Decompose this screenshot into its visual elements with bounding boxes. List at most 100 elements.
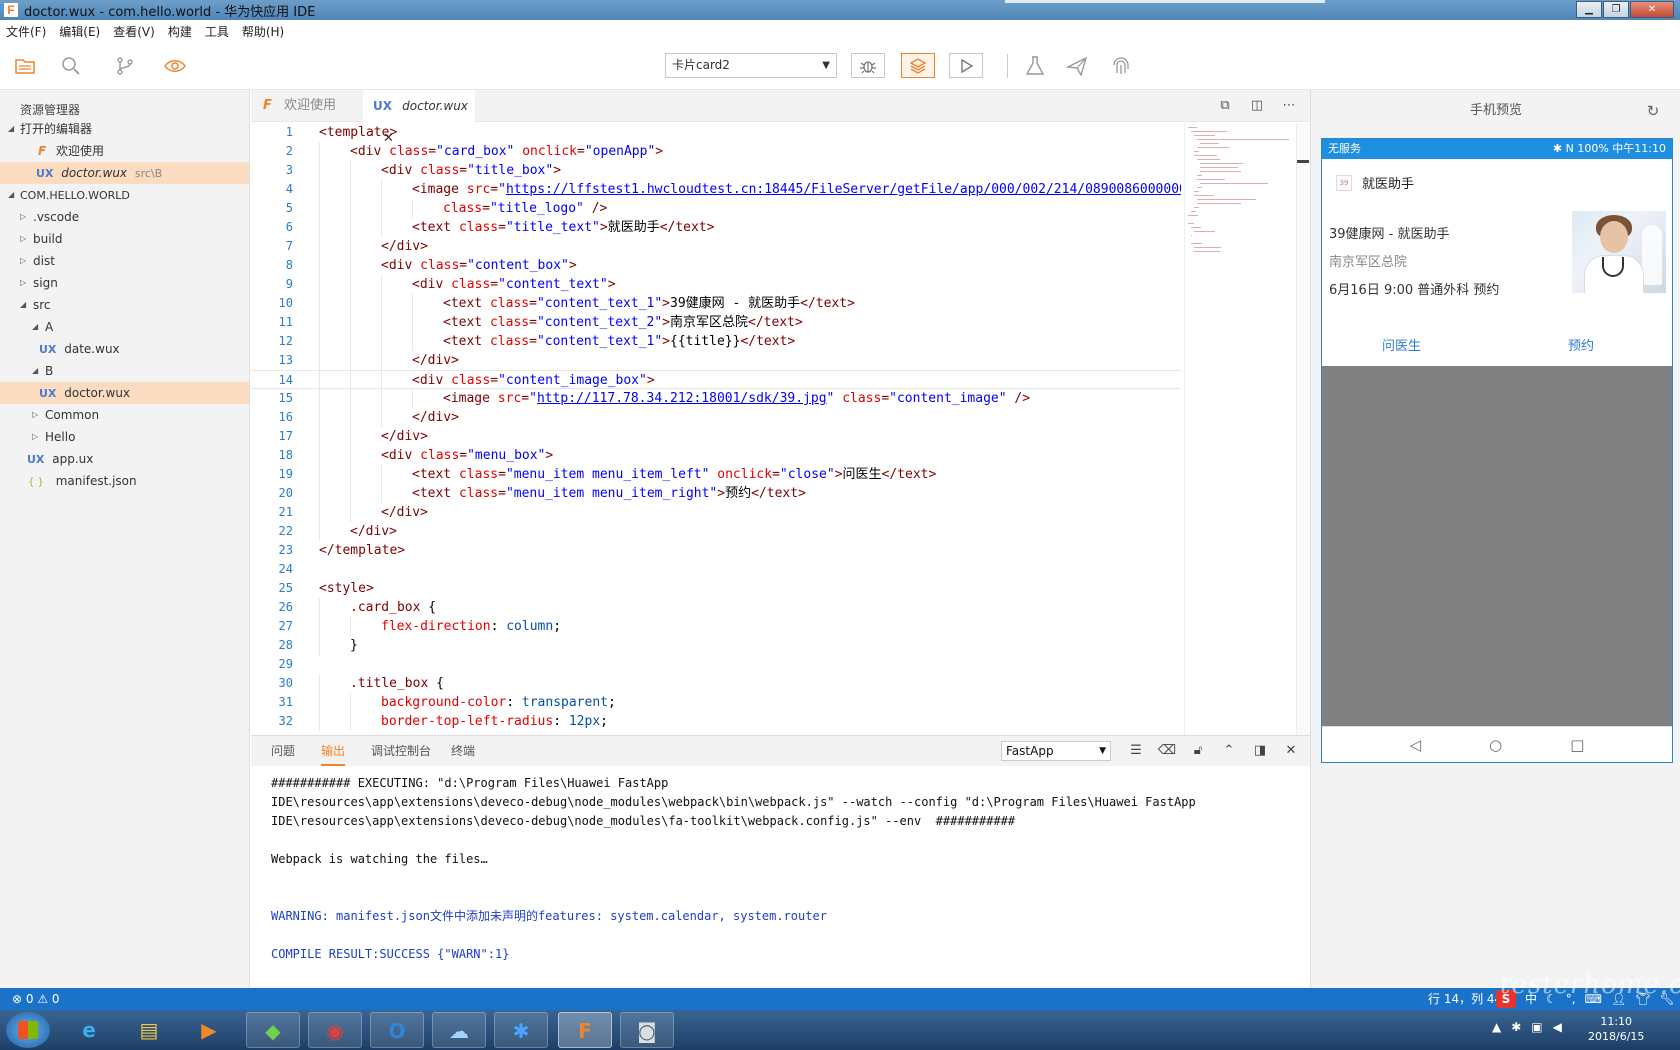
tab-terminal[interactable]: 终端 <box>451 736 475 766</box>
project-section[interactable]: ◢ COM.HELLO.WORLD <box>0 184 249 206</box>
lock-icon[interactable]: 🔓︎ <box>1187 740 1209 762</box>
code-line[interactable]: 20 <text class="menu_item menu_item_right… <box>251 484 1181 503</box>
code-line[interactable]: 6 <text class="title_text">就医助手</text> <box>251 218 1181 237</box>
code-line[interactable]: 21 </div> <box>251 503 1181 522</box>
network-icon[interactable]: ▲ <box>1492 1020 1501 1034</box>
output-log[interactable]: ########### EXECUTING: "d:\Program Files… <box>271 774 1301 964</box>
code-token[interactable]: http://117.78.34.212:18001/sdk/39.jpg <box>537 391 827 406</box>
fastapp-ide-icon[interactable]: F <box>558 1012 612 1048</box>
tab-problems[interactable]: 问题 <box>271 736 295 766</box>
tree-folder-vscode[interactable]: ▷ .vscode <box>0 206 249 228</box>
bird-icon[interactable]: ✱ <box>494 1012 548 1048</box>
code-line[interactable]: 3 <div class="title_box"> <box>251 161 1181 180</box>
code-line[interactable]: 7 </div> <box>251 237 1181 256</box>
menu-tools[interactable]: 工具 <box>205 23 229 40</box>
code-line[interactable]: 9 <div class="content_text"> <box>251 275 1181 294</box>
tree-folder-src[interactable]: ◢ src <box>0 294 249 316</box>
code-line[interactable]: 14 <div class="content_image_box"> <box>251 370 1181 390</box>
search-icon[interactable] <box>60 55 82 77</box>
code-editor[interactable]: 1 <template> 2 <div class="card_box" onclic… <box>251 123 1181 735</box>
tree-folder-common[interactable]: ▷ Common <box>0 404 249 426</box>
explorer-icon[interactable]: ▤ <box>122 1012 176 1048</box>
refresh-icon[interactable]: ↻ <box>1644 102 1662 120</box>
code-line[interactable]: 10 <text class="content_text_1">39健康网 - 就… <box>251 294 1181 313</box>
tree-folder-dist[interactable]: ▷ dist <box>0 250 249 272</box>
open-editors-section[interactable]: ◢ 打开的编辑器 <box>0 118 249 140</box>
output-channel-select[interactable]: FastApp ▼ <box>1001 741 1111 761</box>
code-line[interactable]: 1 <template> <box>251 123 1181 142</box>
menu-view[interactable]: 查看(V) <box>113 23 155 40</box>
eye-icon[interactable] <box>164 55 186 77</box>
code-line[interactable]: 27 flex-direction: column; <box>251 617 1181 636</box>
tree-folder-sign[interactable]: ▷ sign <box>0 272 249 294</box>
chevron-up-icon[interactable]: ⌃ <box>1218 740 1240 762</box>
more-actions-icon[interactable]: ⋯ <box>1278 96 1300 116</box>
list-icon[interactable]: ☰ <box>1125 740 1147 762</box>
tab-welcome[interactable]: F 欢迎使用 <box>251 90 363 122</box>
layers-button[interactable] <box>901 53 935 78</box>
cloud-icon[interactable]: ☁ <box>432 1012 486 1048</box>
code-line[interactable]: 29 <box>251 655 1181 674</box>
split-icon[interactable]: ◨ <box>1249 740 1271 762</box>
tab-doctor-wux[interactable]: UX doctor.wux ✕ <box>363 90 475 146</box>
volume-icon[interactable]: ◀ <box>1553 1020 1562 1034</box>
code-line[interactable]: 8 <div class="content_box"> <box>251 256 1181 275</box>
code-line[interactable]: 12 <text class="content_text_1">{{title}}… <box>251 332 1181 351</box>
app-green-icon[interactable]: ◆ <box>246 1012 300 1048</box>
code-line[interactable]: 26 .card_box { <box>251 598 1181 617</box>
menu-build[interactable]: 构建 <box>168 23 192 40</box>
send-icon[interactable] <box>1065 55 1088 77</box>
code-line[interactable]: 19 <text class="menu_item menu_item_left"… <box>251 465 1181 484</box>
split-editor-icon[interactable]: ◫ <box>1246 96 1268 116</box>
editor-scrollbar[interactable] <box>1296 123 1310 735</box>
appointment-button[interactable]: 预约 <box>1568 335 1594 354</box>
media-player-icon[interactable]: ▶ <box>182 1012 236 1048</box>
menu-help[interactable]: 帮助(H) <box>242 23 284 40</box>
flask-icon[interactable] <box>1024 55 1046 77</box>
tab-debug-console[interactable]: 调试控制台 <box>371 736 431 766</box>
code-line[interactable]: 23 </template> <box>251 541 1181 560</box>
monitor-icon[interactable]: ▣ <box>1531 1020 1542 1034</box>
tree-file-doctor-wux[interactable]: UX doctor.wux <box>0 382 249 404</box>
debug-button[interactable] <box>851 53 885 78</box>
code-line[interactable]: 15 <image src="http://117.78.34.212:18001… <box>251 389 1181 408</box>
open-preview-icon[interactable]: ⧉ <box>1214 96 1236 116</box>
tree-folder-hello[interactable]: ▷ Hello <box>0 426 249 448</box>
start-button[interactable] <box>6 1012 50 1048</box>
code-line[interactable]: 2 <div class="card_box" onclick="openApp"… <box>251 142 1181 161</box>
code-line[interactable]: 31 background-color: transparent; <box>251 693 1181 712</box>
code-token[interactable]: https://lffstest1.hwcloudtest.cn:18445/F… <box>506 182 1181 197</box>
outlook-icon[interactable]: O <box>370 1012 424 1048</box>
code-line[interactable]: 16 </div> <box>251 408 1181 427</box>
code-line[interactable]: 22 </div> <box>251 522 1181 541</box>
open-editor-doctor[interactable]: UX doctor.wux src\B <box>0 162 249 184</box>
ie-icon[interactable]: e <box>62 1012 116 1048</box>
tree-folder-a[interactable]: ◢ A <box>0 316 249 338</box>
scrollbar-thumb[interactable] <box>1297 160 1309 163</box>
code-line[interactable]: 25 <style> <box>251 579 1181 598</box>
home-icon[interactable]: ○ <box>1489 736 1502 754</box>
card-select-dropdown[interactable]: 卡片card2 ▼ <box>665 53 837 78</box>
code-line[interactable]: 30 .title_box { <box>251 674 1181 693</box>
ask-doctor-button[interactable]: 问医生 <box>1382 335 1421 354</box>
code-line[interactable]: 28} <box>251 636 1181 655</box>
tab-output[interactable]: 输出 <box>321 736 346 766</box>
close-icon[interactable]: ✕ <box>1280 740 1302 762</box>
code-line[interactable]: 4 <image src="https://lffstest1.hwcloudte… <box>251 180 1181 199</box>
menu-edit[interactable]: 编辑(E) <box>59 23 100 40</box>
code-line[interactable]: 5 class="title_logo" /> <box>251 199 1181 218</box>
run-button[interactable] <box>949 53 983 78</box>
close-window-button[interactable]: ✕ <box>1630 1 1674 18</box>
minimap[interactable] <box>1184 123 1294 735</box>
code-line[interactable]: 11 <text class="content_text_2">南京军区总院</t… <box>251 313 1181 332</box>
minimize-button[interactable]: ▁ <box>1576 1 1602 18</box>
chrome-icon[interactable]: ◉ <box>308 1012 362 1048</box>
clear-output-icon[interactable]: ⌫ <box>1156 740 1178 762</box>
tree-file-manifest-json[interactable]: { } manifest.json <box>0 470 249 492</box>
code-line[interactable]: 13 </div> <box>251 351 1181 370</box>
explorer-icon[interactable] <box>14 55 36 77</box>
tree-file-date-wux[interactable]: UX date.wux <box>0 338 249 360</box>
fastapp-card[interactable]: 39 就医助手 39健康网 - 就医助手 南京军区总院 6月16日 9:00 普… <box>1322 159 1672 366</box>
git-branch-icon[interactable] <box>114 55 136 77</box>
tree-folder-build[interactable]: ▷ build <box>0 228 249 250</box>
